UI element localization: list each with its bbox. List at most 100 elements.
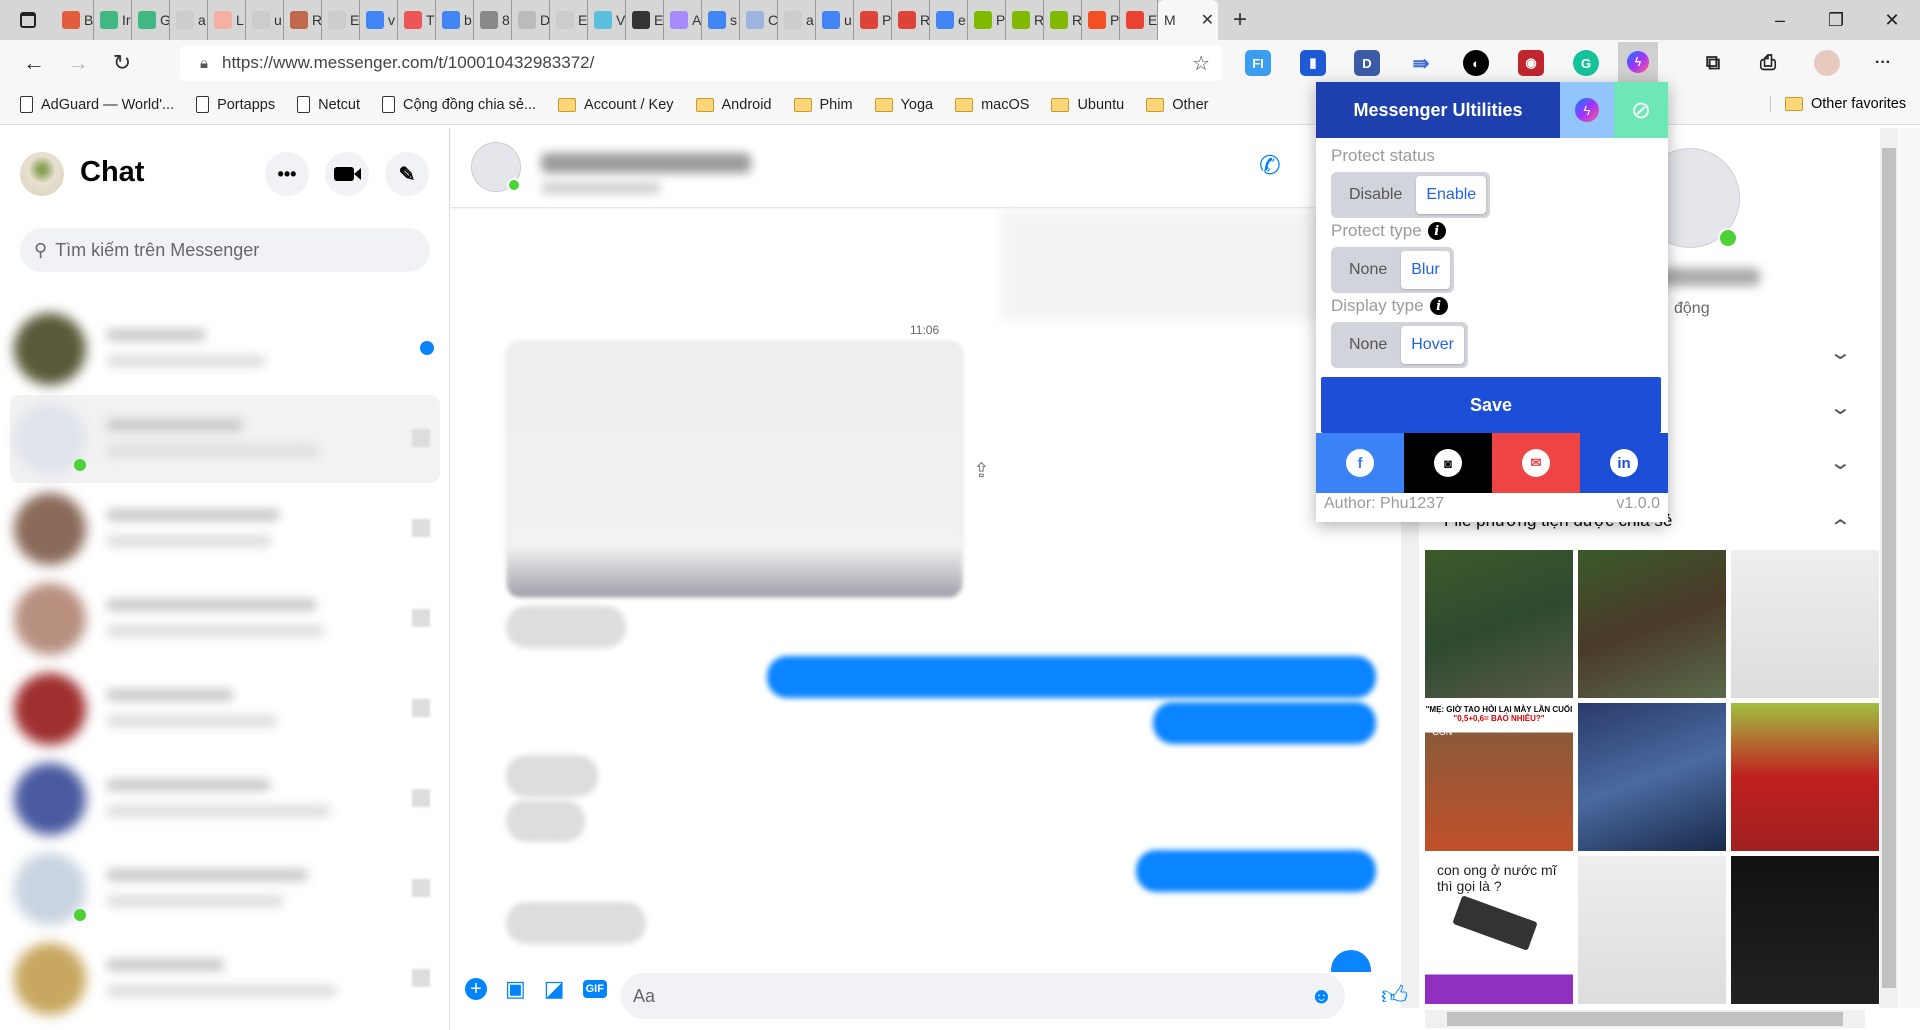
- grammarly-icon[interactable]: G: [1573, 50, 1599, 76]
- screenshot-icon[interactable]: ⎙: [1755, 50, 1781, 76]
- like-icon[interactable]: 👍︎: [1381, 980, 1408, 1011]
- share-icon[interactable]: ⇪: [973, 458, 990, 483]
- maximize-button[interactable]: ❐: [1808, 10, 1864, 31]
- new-video-call-button[interactable]: [325, 152, 369, 196]
- tab[interactable]: b: [436, 0, 474, 40]
- shared-media-thumbnail[interactable]: [1578, 856, 1726, 1004]
- tab[interactable]: a: [778, 0, 816, 40]
- protect-type-blur[interactable]: Blur: [1401, 251, 1450, 289]
- tab[interactable]: R: [892, 0, 930, 40]
- shared-media-thumbnail[interactable]: [1578, 550, 1726, 698]
- tab[interactable]: R: [284, 0, 322, 40]
- shared-media-thumbnail[interactable]: [1578, 703, 1726, 851]
- tab[interactable]: V: [588, 0, 626, 40]
- tab-actions-icon[interactable]: [0, 12, 56, 28]
- tab[interactable]: B: [56, 0, 94, 40]
- gif-button[interactable]: GIF: [582, 980, 607, 998]
- tab-messenger[interactable]: M ✕: [1158, 0, 1218, 40]
- add-favorite-icon[interactable]: ☆: [1192, 51, 1210, 76]
- tab[interactable]: A: [664, 0, 702, 40]
- collections-icon[interactable]: ⧉: [1700, 50, 1726, 76]
- refresh-button[interactable]: ↻: [100, 50, 144, 76]
- toggle-visibility-button[interactable]: ⊘: [1614, 82, 1668, 138]
- tab[interactable]: E: [626, 0, 664, 40]
- tab[interactable]: P: [968, 0, 1006, 40]
- tab[interactable]: D: [512, 0, 550, 40]
- shared-media-thumbnail[interactable]: [1731, 856, 1879, 1004]
- bookmark-item[interactable]: Portapps: [196, 96, 275, 113]
- bookmark-item[interactable]: Cộng đồng chia sẻ...: [382, 96, 536, 113]
- extension-fi-icon[interactable]: FI: [1245, 50, 1271, 76]
- tab[interactable]: E: [550, 0, 588, 40]
- conversation-item[interactable]: [10, 305, 440, 393]
- bookmark-item[interactable]: Other: [1146, 97, 1208, 113]
- image-icon[interactable]: ▣: [505, 976, 526, 1002]
- forward-button[interactable]: →: [56, 50, 100, 76]
- display-type-none[interactable]: None: [1335, 336, 1401, 354]
- profile-avatar[interactable]: [1814, 50, 1840, 76]
- chevron-down-icon[interactable]: ⌄: [1829, 340, 1852, 365]
- phone-call-icon[interactable]: ✆: [1259, 150, 1281, 181]
- tab[interactable]: R: [1044, 0, 1082, 40]
- bookmark-item[interactable]: Yoga: [874, 97, 933, 113]
- email-link[interactable]: ✉: [1492, 433, 1580, 493]
- new-message-button[interactable]: ✎: [385, 152, 429, 196]
- bookmark-item[interactable]: AdGuard — World'...: [20, 96, 174, 113]
- shared-media-thumbnail[interactable]: [1731, 550, 1879, 698]
- github-link[interactable]: ◙: [1404, 433, 1492, 493]
- tab[interactable]: u: [246, 0, 284, 40]
- extension-chat-icon[interactable]: ◐: [1463, 50, 1489, 76]
- protect-status-enable[interactable]: Enable: [1416, 176, 1487, 214]
- messenger-utilities-extension-button[interactable]: ϟ: [1618, 42, 1658, 82]
- extension-d-icon[interactable]: D: [1354, 50, 1380, 76]
- chevron-down-icon[interactable]: ⌄: [1829, 395, 1852, 420]
- chevron-down-icon[interactable]: ⌄: [1829, 450, 1852, 475]
- blurred-image-message[interactable]: [506, 341, 963, 598]
- settings-more-button[interactable]: ···: [1870, 50, 1896, 76]
- extension-arrow-icon[interactable]: ⇛: [1408, 50, 1434, 76]
- conversation-item[interactable]: [10, 665, 440, 753]
- extension-record-icon[interactable]: ◉: [1518, 50, 1544, 76]
- bookmark-item[interactable]: Phim: [793, 97, 853, 113]
- outer-scrollbar[interactable]: [1900, 128, 1920, 1008]
- conversation-item[interactable]: [10, 935, 440, 1023]
- conversation-item[interactable]: [10, 575, 440, 663]
- shared-media-thumbnail[interactable]: [1425, 550, 1573, 698]
- shared-media-thumbnail[interactable]: [1731, 703, 1879, 851]
- bookmark-item[interactable]: Android: [695, 97, 772, 113]
- user-avatar[interactable]: [20, 152, 64, 196]
- protect-type-none[interactable]: None: [1335, 261, 1401, 279]
- tab[interactable]: e: [930, 0, 968, 40]
- conversation-item[interactable]: [10, 845, 440, 933]
- bookmark-item[interactable]: Account / Key: [558, 97, 674, 113]
- tab[interactable]: P: [1082, 0, 1120, 40]
- media-horizontal-scrollbar[interactable]: [1425, 1010, 1865, 1028]
- message-input[interactable]: Aa ☻: [621, 973, 1345, 1019]
- page-scrollbar[interactable]: [1880, 128, 1898, 1008]
- tab[interactable]: v: [360, 0, 398, 40]
- tab[interactable]: G: [132, 0, 170, 40]
- info-icon[interactable]: i: [1429, 297, 1448, 315]
- conversation-item[interactable]: [10, 395, 440, 483]
- more-options-button[interactable]: •••: [265, 152, 309, 196]
- new-tab-button[interactable]: +: [1218, 6, 1262, 34]
- facebook-link[interactable]: f: [1316, 433, 1404, 493]
- tab[interactable]: s: [702, 0, 740, 40]
- sticker-icon[interactable]: ◪: [544, 976, 565, 1002]
- bookmark-item[interactable]: Netcut: [297, 96, 360, 113]
- tab[interactable]: R: [1006, 0, 1044, 40]
- bookmark-item[interactable]: Ubuntu: [1051, 97, 1124, 113]
- shared-media-thumbnail[interactable]: "MẸ: GIỜ TAO HỎI LẠI MÀY LẦN CUỐI "0,5+0,…: [1425, 703, 1573, 851]
- bookmark-item[interactable]: macOS: [955, 97, 1029, 113]
- emoji-icon[interactable]: ☻: [1310, 983, 1333, 1009]
- linkedin-link[interactable]: in: [1580, 433, 1668, 493]
- protect-status-disable[interactable]: Disable: [1335, 186, 1416, 204]
- open-messenger-button[interactable]: ϟ: [1560, 82, 1614, 138]
- close-tab-icon[interactable]: ✕: [1201, 10, 1214, 30]
- tab[interactable]: a: [170, 0, 208, 40]
- save-button[interactable]: Save: [1321, 377, 1661, 433]
- conversation-item[interactable]: [10, 485, 440, 573]
- tab[interactable]: Tı: [398, 0, 436, 40]
- close-window-button[interactable]: ✕: [1864, 10, 1920, 31]
- display-type-hover[interactable]: Hover: [1401, 326, 1464, 364]
